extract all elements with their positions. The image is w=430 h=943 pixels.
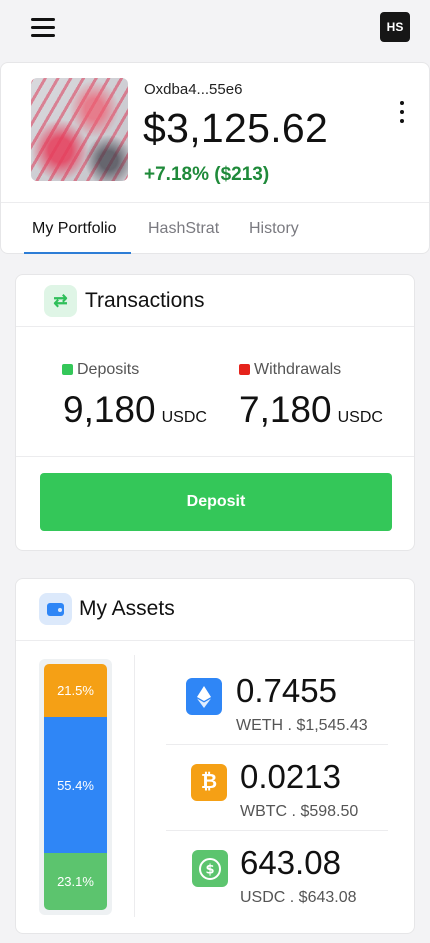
divider <box>1 202 429 203</box>
tab-history[interactable]: History <box>249 220 299 238</box>
wallet-icon <box>39 593 72 625</box>
assets-card: My Assets 21.5% 55.4% 23.1% 0.7455 WETH … <box>15 578 415 934</box>
asset-row-usdc[interactable]: $ 643.08 USDC . $643.08 <box>166 831 392 917</box>
transactions-header: ⇄ Transactions <box>16 275 414 327</box>
kebab-menu-icon[interactable] <box>394 101 410 123</box>
asset-detail: USDC . $643.08 <box>240 889 357 906</box>
asset-row-wbtc[interactable]: ₿ 0.0213 WBTC . $598.50 <box>166 745 392 831</box>
deposits-legend-square <box>62 364 73 376</box>
divider <box>16 456 414 457</box>
deposits-label: Deposits <box>77 361 140 378</box>
deposits-unit: USDC <box>161 409 207 426</box>
nft-avatar-image <box>31 78 128 181</box>
asset-detail: WBTC . $598.50 <box>240 803 359 820</box>
divider <box>134 655 135 917</box>
withdrawals-unit: USDC <box>337 409 383 426</box>
swap-arrows-icon: ⇄ <box>44 285 77 317</box>
active-tab-indicator <box>24 252 131 254</box>
assets-title: My Assets <box>79 597 175 620</box>
avatar[interactable]: HS <box>380 12 410 42</box>
withdrawals-value: 7,180 <box>239 389 332 430</box>
tab-hashstrat[interactable]: HashStrat <box>148 220 219 238</box>
withdrawals-label-row: Withdrawals <box>239 361 341 379</box>
svg-text:$: $ <box>205 862 214 877</box>
tab-my-portfolio[interactable]: My Portfolio <box>32 220 116 238</box>
wallet-address: Oxdba4...55e6 <box>144 81 243 98</box>
allocation-segment-weth: 21.5% <box>44 664 107 717</box>
allocation-segment-usdc: 23.1% <box>44 853 107 910</box>
ethereum-icon <box>186 678 222 715</box>
asset-amount: 0.0213 <box>240 758 341 795</box>
portfolio-change: +7.18% ($213) <box>144 164 270 185</box>
assets-header: My Assets <box>16 579 414 641</box>
asset-detail: WETH . $1,545.43 <box>236 717 368 734</box>
transactions-card: ⇄ Transactions Deposits 9,180 USDC Withdr… <box>15 274 415 551</box>
withdrawals-label: Withdrawals <box>254 361 342 378</box>
deposit-button[interactable]: Deposit <box>40 473 392 531</box>
usdc-dollar-icon: $ <box>192 850 228 887</box>
withdrawals-total: 7,180 USDC <box>239 389 383 431</box>
portfolio-summary-card: Oxdba4...55e6 $3,125.62 +7.18% ($213) My… <box>0 62 430 254</box>
deposits-label-row: Deposits <box>62 361 139 379</box>
asset-amount: 643.08 <box>240 844 341 881</box>
asset-row-weth[interactable]: 0.7455 WETH . $1,545.43 <box>166 659 392 745</box>
deposits-total: 9,180 USDC <box>63 389 207 431</box>
bitcoin-icon: ₿ <box>191 764 227 801</box>
allocation-segment-wbtc: 55.4% <box>44 717 107 853</box>
portfolio-balance: $3,125.62 <box>143 105 329 151</box>
transactions-title: Transactions <box>85 289 205 312</box>
withdrawals-legend-square <box>239 364 250 376</box>
asset-amount: 0.7455 <box>236 672 337 709</box>
deposits-value: 9,180 <box>63 389 156 430</box>
hamburger-menu-icon[interactable] <box>31 18 55 37</box>
allocation-bar: 21.5% 55.4% 23.1% <box>39 659 112 915</box>
top-bar: HS <box>0 0 430 56</box>
